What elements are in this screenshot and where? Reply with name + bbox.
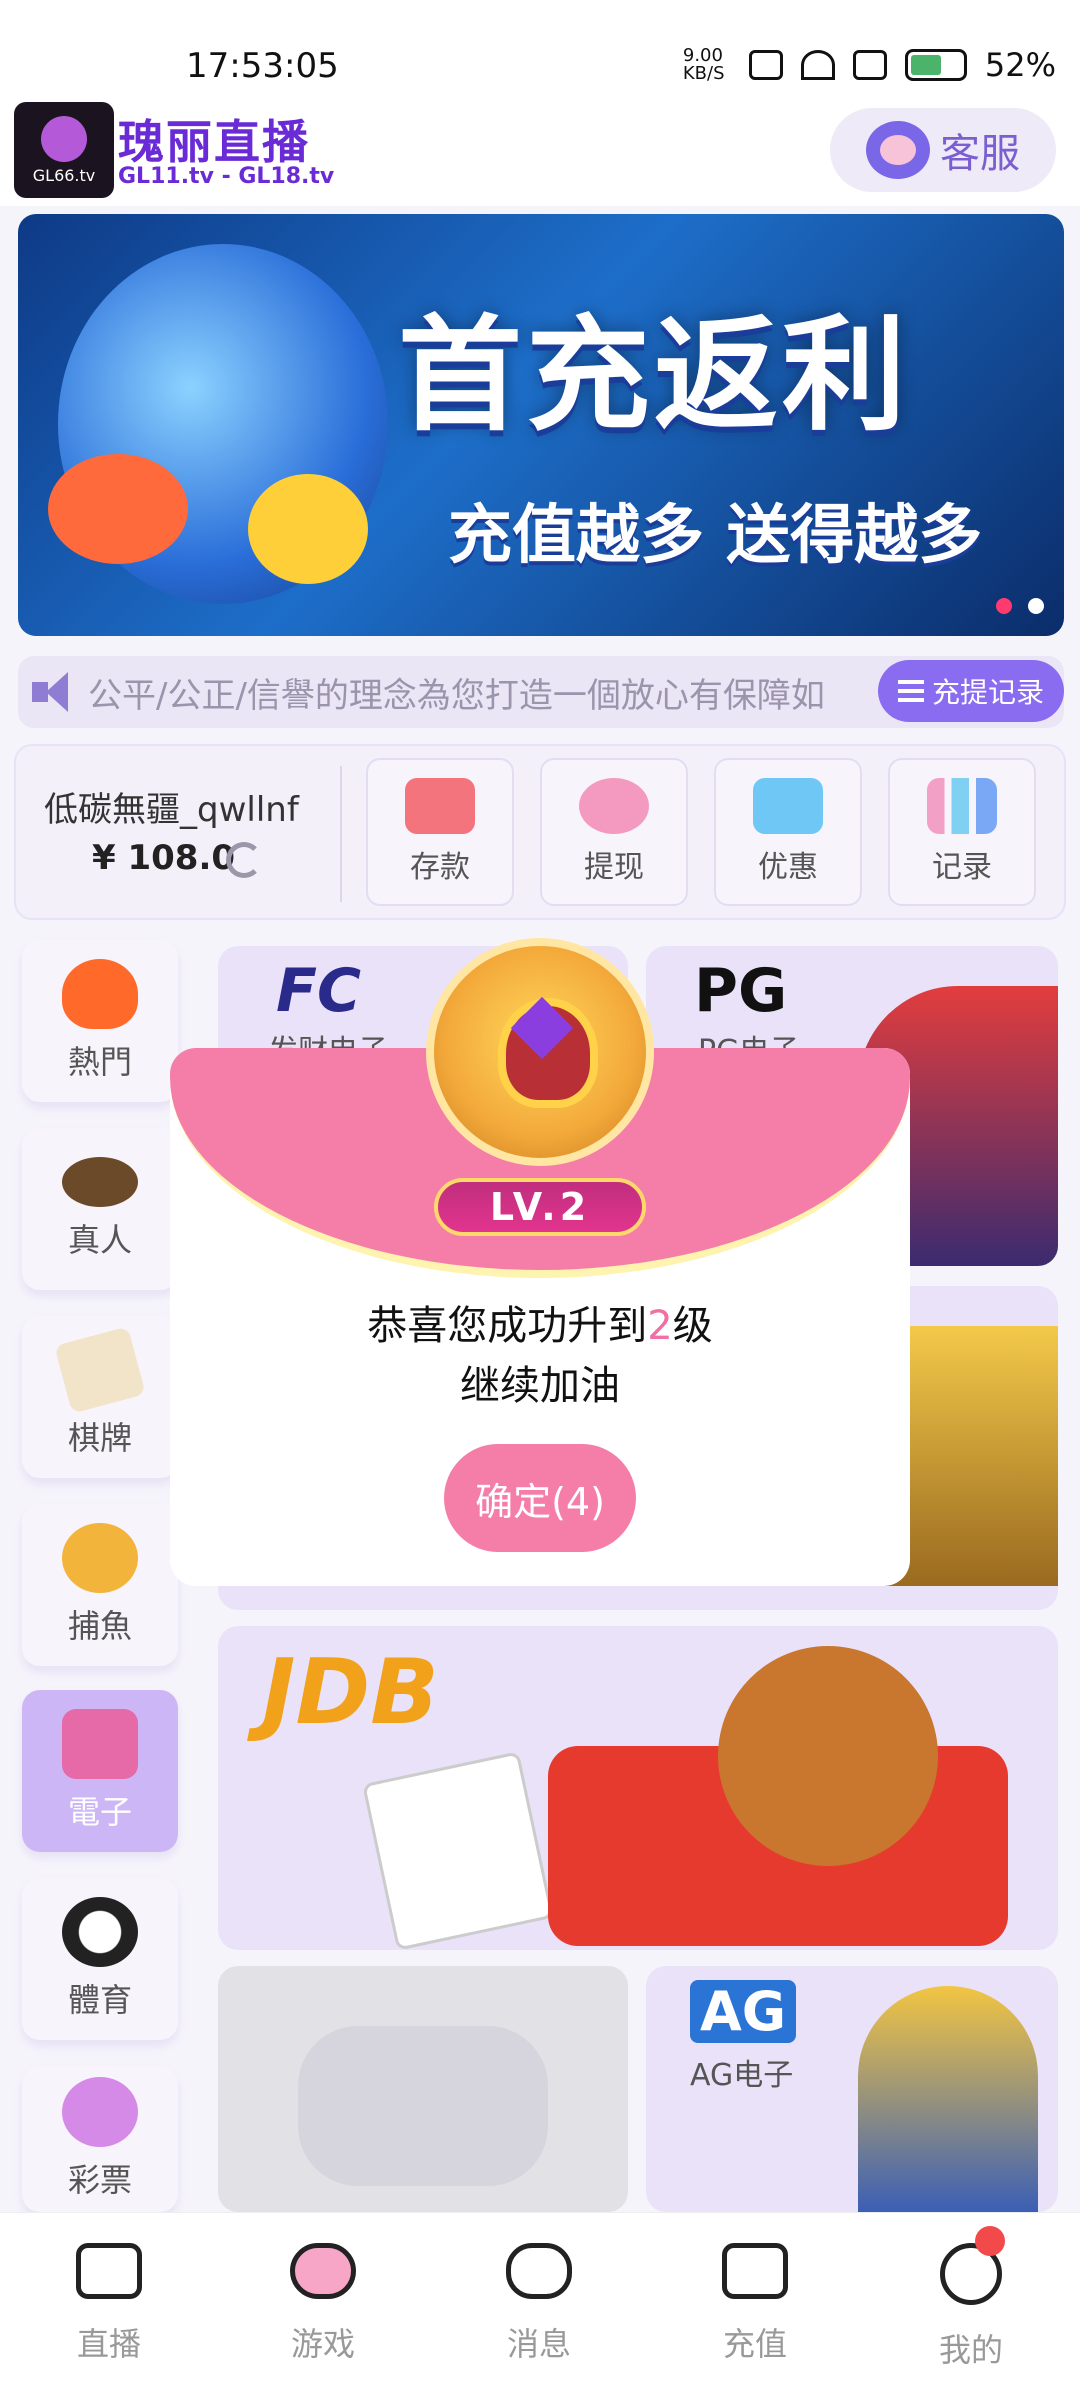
level-badge: LV.2 — [434, 1178, 646, 1236]
wallet-icon — [722, 2243, 788, 2299]
video-icon — [76, 2243, 142, 2299]
tab-label: 充值 — [722, 2325, 787, 2363]
confirm-button[interactable]: 确定(4) — [444, 1444, 636, 1552]
smile-icon — [940, 2226, 1005, 2305]
level-up-line2: 继续加油 — [460, 1363, 620, 1409]
bottom-tab-bar: 直播 游戏 消息 充值 我的 — [0, 2212, 1080, 2400]
tab-live[interactable]: 直播 — [34, 2243, 184, 2365]
tab-label: 消息 — [506, 2325, 571, 2363]
level-up-message: 恭喜您成功升到2级 继续加油 — [170, 1296, 910, 1416]
msg-prefix: 恭喜您成功升到 — [367, 1303, 648, 1349]
tab-messages[interactable]: 消息 — [464, 2243, 614, 2365]
gamepad-icon — [290, 2243, 356, 2299]
level-up-line1: 恭喜您成功升到2级 — [170, 1296, 910, 1356]
msg-level: 2 — [647, 1303, 673, 1349]
tab-label: 游戏 — [290, 2325, 355, 2363]
tab-recharge[interactable]: 充值 — [680, 2243, 830, 2365]
tab-label: 直播 — [76, 2325, 141, 2363]
msg-suffix: 级 — [672, 1303, 713, 1349]
tab-label: 我的 — [938, 2331, 1003, 2369]
notification-dot — [975, 2226, 1005, 2256]
level-up-modal: LV.2 恭喜您成功升到2级 继续加油 确定(4) — [170, 938, 910, 1586]
tab-games[interactable]: 游戏 — [248, 2243, 398, 2365]
tab-profile[interactable]: 我的 — [896, 2226, 1046, 2371]
trophy-icon — [426, 938, 654, 1166]
chat-icon — [506, 2243, 572, 2299]
